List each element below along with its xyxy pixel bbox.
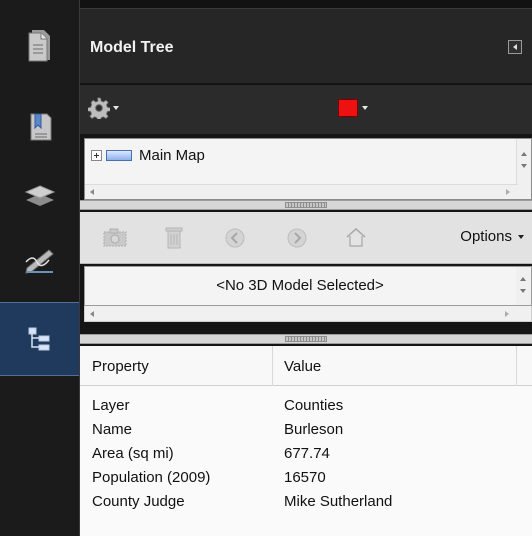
table-row[interactable]: County Judge Mike Sutherland [80,490,532,514]
navigation-rail [0,0,79,536]
property-name: Population (2009) [92,469,211,486]
property-value: 677.74 [284,445,330,462]
gear-icon [88,97,110,119]
bookmarks-button[interactable] [0,90,79,164]
camera-view-button[interactable] [100,225,130,251]
table-row[interactable]: Population (2009) 16570 [80,466,532,490]
home-view-button[interactable] [344,226,368,248]
signatures-button[interactable] [0,222,79,296]
collapse-panel-button[interactable] [508,40,522,54]
page-thumbnails-button[interactable] [0,8,79,82]
camera-icon [103,228,127,247]
tree-vertical-scrollbar[interactable] [516,139,531,199]
page-thumbnails-icon [28,30,50,62]
highlight-color-picker[interactable] [338,99,368,117]
no-model-selected-text: <No 3D Model Selected> [216,277,384,294]
property-name: County Judge [92,493,185,510]
model-list-horizontal-scrollbar[interactable] [84,306,532,322]
panel-title: Model Tree [90,39,174,56]
options-label: Options [460,228,512,245]
previous-view-button[interactable] [224,227,246,249]
scroll-left-icon[interactable] [90,311,94,317]
scroll-down-icon[interactable] [520,289,526,293]
column-header-property[interactable]: Property [92,358,149,375]
options-menu-button[interactable]: Options [460,228,524,245]
pane-splitter[interactable] [80,200,532,210]
arrow-right-icon [287,228,307,248]
property-value: Burleson [284,421,344,438]
chevron-down-icon [362,106,368,110]
tree-item-main-map[interactable]: Main Map [91,147,205,164]
delete-button[interactable] [164,225,184,251]
home-icon [346,227,366,247]
property-value: Mike Sutherland [284,493,393,510]
model-list[interactable]: <No 3D Model Selected> [84,266,532,306]
model-tree-view[interactable]: Main Map [84,138,532,200]
table-row[interactable]: Name Burleson [80,418,532,442]
scroll-down-icon[interactable] [521,164,527,168]
table-row[interactable]: Area (sq mi) 677.74 [80,442,532,466]
model-tree-icon [28,327,49,351]
tree-horizontal-scrollbar[interactable] [85,184,518,199]
table-header: Property Value [80,346,532,386]
settings-menu-button[interactable] [88,97,119,119]
layers-button[interactable] [0,158,79,232]
arrow-left-icon [225,228,245,248]
panel-top-strip [80,0,532,8]
panel-header: Model Tree [80,8,532,83]
table-row[interactable]: Layer Counties [80,394,532,418]
trash-icon [165,227,183,249]
next-view-button[interactable] [286,227,308,249]
expand-icon[interactable] [91,150,102,161]
color-swatch [338,99,358,117]
chevron-down-icon [113,106,119,110]
scroll-up-icon[interactable] [521,152,527,156]
model-tree-panel: Model Tree Main Map Options <No 3D Model… [80,0,532,536]
model-toolbar: Options [80,212,532,264]
bookmarks-icon [30,113,51,141]
chevron-down-icon [518,234,524,239]
column-header-value[interactable]: Value [284,358,321,375]
scroll-right-icon[interactable] [505,311,509,317]
splitter-grip[interactable] [285,202,327,208]
pane-splitter[interactable] [80,334,532,344]
property-name: Name [92,421,133,438]
column-divider[interactable] [516,346,517,386]
model-list-vertical-scrollbar[interactable] [516,267,531,305]
map-layer-icon [106,150,132,161]
property-name: Area (sq mi) [92,445,174,462]
property-value: 16570 [284,469,326,486]
splitter-grip[interactable] [285,336,327,342]
scroll-right-icon[interactable] [506,189,510,195]
scroll-up-icon[interactable] [520,277,526,281]
properties-table: Property Value Layer Counties Name Burle… [80,346,532,536]
property-value: Counties [284,397,344,414]
scroll-left-icon[interactable] [90,189,94,195]
layers-icon [24,185,55,206]
model-tree-toolbar [80,84,532,134]
model-tree-button[interactable] [0,302,79,376]
tree-item-label: Main Map [139,147,205,164]
property-name: Layer [92,397,130,414]
signatures-icon [24,249,54,274]
column-divider[interactable] [272,346,273,386]
